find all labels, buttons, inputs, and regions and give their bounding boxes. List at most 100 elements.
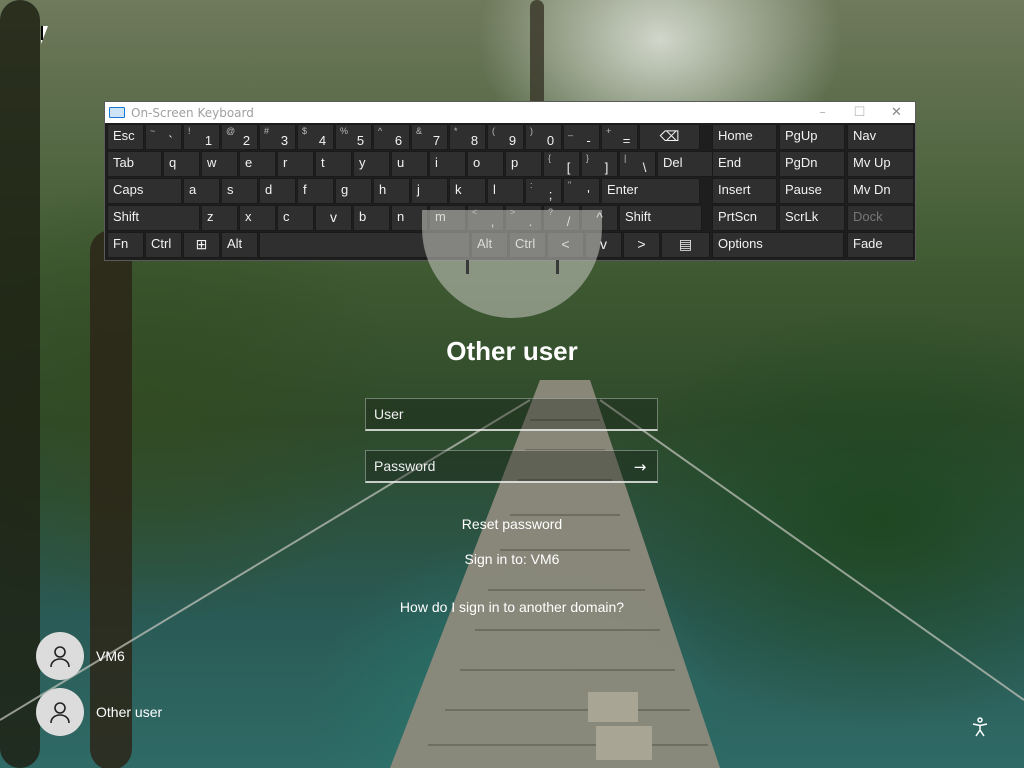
osk-key-label: PgDn [785, 155, 818, 170]
osk-key[interactable]: ⌫ [639, 124, 700, 150]
osk-nav-key[interactable]: Options [712, 232, 844, 258]
osk-nav-key[interactable]: Insert [712, 178, 777, 204]
user-tile-other-user[interactable]: Other user [36, 688, 236, 736]
maximize-button[interactable]: ☐ [841, 105, 878, 120]
osk-key[interactable]: b [353, 205, 390, 231]
osk-key[interactable]: g [335, 178, 372, 204]
osk-key[interactable]: Esc [107, 124, 144, 150]
password-field[interactable] [365, 450, 658, 483]
osk-key[interactable]: i [429, 151, 466, 177]
osk-key[interactable]: ) 0 [525, 124, 562, 150]
signin-title: Other user [446, 336, 578, 366]
osk-key[interactable]: * 8 [449, 124, 486, 150]
osk-key[interactable]: q [163, 151, 200, 177]
close-button[interactable]: ✕ [878, 105, 915, 120]
osk-key[interactable]: Alt [221, 232, 258, 258]
osk-key[interactable]: d [259, 178, 296, 204]
osk-key[interactable]: (9 [487, 124, 524, 150]
osk-key[interactable]: x [239, 205, 276, 231]
osk-key[interactable]: :; [525, 178, 562, 204]
osk-key[interactable]: e [239, 151, 276, 177]
osk-key[interactable]: {[ [543, 151, 580, 177]
osk-key[interactable]: }] [581, 151, 618, 177]
osk-key-label: Nav [853, 128, 877, 143]
accessibility-icon[interactable] [969, 716, 991, 738]
osk-key[interactable]: ⊞ [183, 232, 220, 258]
osk-key-label: y [359, 155, 366, 170]
osk-nav-key[interactable]: End [712, 151, 777, 177]
osk-key[interactable]: + = [601, 124, 638, 150]
osk-key[interactable]: & 7 [411, 124, 448, 150]
osk-key[interactable]: z [201, 205, 238, 231]
osk-key[interactable]: _ - [563, 124, 600, 150]
osk-key-label: Insert [718, 182, 751, 197]
osk-key[interactable]: $4 [297, 124, 334, 150]
osk-key[interactable]: Ctrl [145, 232, 182, 258]
osk-nav-key[interactable]: Fade [847, 232, 914, 258]
osk-key[interactable]: | \ [619, 151, 656, 177]
osk-key[interactable]: Caps [107, 178, 182, 204]
osk-key[interactable]: u [391, 151, 428, 177]
osk-key[interactable]: p [505, 151, 542, 177]
osk-key[interactable]: ~ ` [145, 124, 182, 150]
submit-arrow-button[interactable]: → [628, 456, 652, 478]
osk-key[interactable]: c [277, 205, 314, 231]
osk-key[interactable]: > [623, 232, 660, 258]
osk-key[interactable]: l [487, 178, 524, 204]
user-tile-vm6[interactable]: VM6 [36, 632, 236, 680]
keyboard-icon [109, 107, 125, 118]
osk-title-bar[interactable]: On-Screen Keyboard – ☐ ✕ [105, 102, 915, 123]
osk-key-label: Enter [607, 182, 639, 197]
osk-nav-key[interactable]: PgDn [779, 151, 845, 177]
osk-key[interactable]: % 5 [335, 124, 372, 150]
osk-nav-key[interactable]: Mv Dn [847, 178, 914, 204]
osk-key-label: u [397, 155, 405, 170]
minimize-button[interactable]: – [804, 105, 841, 120]
osk-nav-key[interactable]: Pause [779, 178, 845, 204]
osk-nav-key[interactable]: ScrLk [779, 205, 845, 231]
osk-key[interactable]: @2 [221, 124, 258, 150]
username-field[interactable] [365, 398, 658, 431]
osk-key[interactable]: Shift [107, 205, 200, 231]
osk-key[interactable]: Shift [619, 205, 702, 231]
osk-key-label: b [359, 209, 367, 224]
osk-nav-key[interactable]: Mv Up [847, 151, 914, 177]
osk-key[interactable]: y [353, 151, 390, 177]
osk-nav-key[interactable]: Home [712, 124, 777, 150]
osk-key[interactable]: Fn [107, 232, 144, 258]
osk-key[interactable]: v [315, 205, 352, 231]
osk-nav-key[interactable]: PgUp [779, 124, 845, 150]
osk-key[interactable]: #3 [259, 124, 296, 150]
osk-nav-key[interactable]: Dock [847, 205, 914, 231]
osk-key-label: x [245, 209, 252, 224]
osk-key[interactable]: " ' [563, 178, 600, 204]
osk-key-label: a [189, 182, 197, 197]
osk-key-label: Dock [853, 209, 883, 224]
osk-key[interactable]: k [449, 178, 486, 204]
osk-key[interactable]: t [315, 151, 352, 177]
osk-key-label: v [330, 209, 337, 225]
osk-key-label: Caps [113, 182, 144, 197]
osk-key[interactable]: o [467, 151, 504, 177]
other-domain-link[interactable]: How do I sign in to another domain? [0, 599, 1024, 615]
osk-key[interactable]: r [277, 151, 314, 177]
osk-key[interactable]: j [411, 178, 448, 204]
reset-password-link[interactable]: Reset password [0, 516, 1024, 532]
osk-key[interactable]: a [183, 178, 220, 204]
osk-key[interactable]: Del [657, 151, 718, 177]
osk-key-label: Del [663, 155, 683, 170]
osk-key[interactable]: w [201, 151, 238, 177]
osk-key[interactable]: ^ 6 [373, 124, 410, 150]
osk-nav-key[interactable]: PrtScn [712, 205, 777, 231]
osk-nav-key[interactable]: Nav [847, 124, 914, 150]
osk-key[interactable]: f [297, 178, 334, 204]
osk-key[interactable]: Tab [107, 151, 162, 177]
osk-key-label: Ctrl [151, 236, 172, 251]
osk-key-label: ] [604, 160, 609, 175]
osk-key[interactable]: s [221, 178, 258, 204]
osk-key[interactable]: h [373, 178, 410, 204]
osk-key-label: Tab [113, 155, 134, 170]
osk-key[interactable]: ▤ [661, 232, 710, 258]
osk-key[interactable]: ! 1 [183, 124, 220, 150]
osk-key[interactable]: Enter [601, 178, 700, 204]
